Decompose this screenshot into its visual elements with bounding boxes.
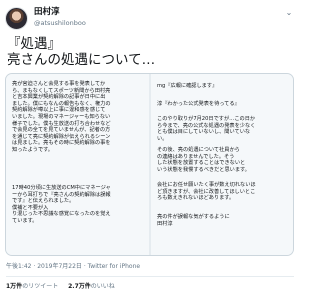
retweet-count: 1万件 [6, 283, 23, 290]
author-handle[interactable]: @atsushilonboo [34, 18, 86, 28]
retweet-label: のリツイート [22, 283, 59, 290]
avatar[interactable] [5, 7, 28, 30]
chevron-down-icon[interactable]: ⌄ [284, 8, 294, 18]
media-paragraph: 17時40分頃に生放送のCM中にマネージャ ーから耳打ちで『亮さんの契約解除は誤… [12, 185, 111, 224]
retweet-stat[interactable]: 1万件のリツイート [6, 283, 58, 291]
tweet-media[interactable]: 亮が宮迫さんと会見する事を発表してか ら、まもなくしてスポーツ新聞から田村亮 と… [5, 73, 294, 256]
media-image-right[interactable]: mg『広報に確認します』 淳『わかった公式発表を待ってる』 このやり取りが7月2… [151, 74, 293, 255]
like-stat[interactable]: 2.7万件のいいね [68, 283, 115, 291]
like-label: のいいね [90, 283, 115, 290]
media-paragraph: 亮の件が誤報な気がするように 田村淳 [157, 214, 230, 227]
media-paragraph: 淳『わかった公式発表を待ってる』 [157, 101, 240, 107]
like-count: 2.7万件 [68, 283, 91, 290]
tweet-timestamp[interactable]: 午後1:42 · 2019年7月22日 · Twitter for iPhone [6, 263, 140, 271]
media-paragraph: 会社にお任せ願いたく事が数え切れないほ ど頂きますが、会社に改善してほしいとこ … [157, 182, 256, 202]
tweet-text: 『処遇』 亮さんの処遇について… [7, 36, 155, 68]
media-paragraph: 亮が宮迫さんと会見する事を発表してか ら、まもなくしてスポーツ新聞から田村亮 と… [12, 81, 111, 153]
tweet-stats: 1万件のリツイート 2.7万件のいいね [6, 283, 123, 291]
media-paragraph: その後、亮の処遇について社員から の連絡はありませんでした。そう した状態を放置… [157, 147, 250, 173]
media-image-left[interactable]: 亮が宮迫さんと会見する事を発表してか ら、まもなくしてスポーツ新聞から田村亮 と… [6, 74, 149, 255]
tweet-header: 田村淳 @atsushilonboo ⌄ [5, 6, 294, 30]
media-paragraph: このやり取りが7月20日ですが…この日か ら今まで、亮の公式な処遇の発表を少なく… [157, 116, 256, 142]
tweet-text-line: 『処遇』 [7, 36, 61, 52]
author-block[interactable]: 田村淳 @atsushilonboo [34, 7, 86, 28]
tweet-card: 田村淳 @atsushilonboo ⌄ 『処遇』 亮さんの処遇について… 亮が… [0, 0, 300, 300]
media-paragraph: mg『広報に確認します』 [157, 83, 218, 89]
author-name[interactable]: 田村淳 [34, 7, 86, 18]
divider [6, 276, 294, 277]
tweet-text-line: 亮さんの処遇について… [7, 52, 156, 68]
